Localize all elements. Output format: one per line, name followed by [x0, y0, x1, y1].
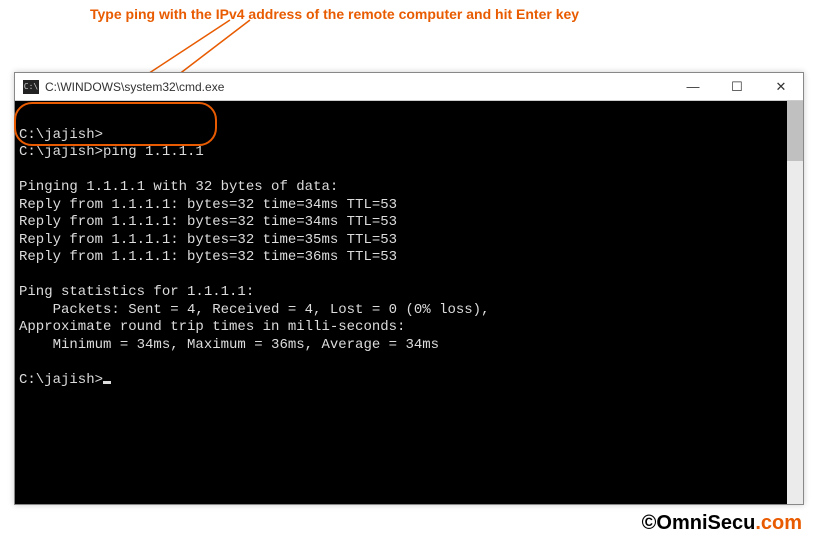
- minimize-button[interactable]: —: [671, 73, 715, 101]
- output-line: Ping statistics for 1.1.1.1:: [19, 284, 254, 300]
- prompt-line: C:\jajish>: [19, 127, 103, 143]
- prompt-line: C:\jajish>: [19, 372, 111, 388]
- output-line: Reply from 1.1.1.1: bytes=32 time=36ms T…: [19, 249, 397, 265]
- output-line: Reply from 1.1.1.1: bytes=32 time=34ms T…: [19, 214, 397, 230]
- cmd-window: C:\ C:\WINDOWS\system32\cmd.exe — ☐ ✕ C:…: [14, 72, 804, 505]
- terminal-output[interactable]: C:\jajish> C:\jajish>ping 1.1.1.1 Pingin…: [15, 101, 803, 504]
- scrollbar[interactable]: [787, 101, 803, 504]
- prompt-line: C:\jajish>ping 1.1.1.1: [19, 144, 204, 160]
- output-line: Reply from 1.1.1.1: bytes=32 time=35ms T…: [19, 232, 397, 248]
- output-line: Approximate round trip times in milli-se…: [19, 319, 405, 335]
- close-button[interactable]: ✕: [759, 73, 803, 101]
- output-line: Pinging 1.1.1.1 with 32 bytes of data:: [19, 179, 338, 195]
- output-line: Minimum = 34ms, Maximum = 36ms, Average …: [19, 337, 439, 353]
- window-title: C:\WINDOWS\system32\cmd.exe: [45, 80, 671, 94]
- cmd-icon: C:\: [23, 80, 39, 94]
- copyright: ©OmniSecu.com: [642, 512, 802, 535]
- output-line: Packets: Sent = 4, Received = 4, Lost = …: [19, 302, 489, 318]
- annotation-text: Type ping with the IPv4 address of the r…: [90, 6, 579, 22]
- cursor-icon: [103, 381, 111, 384]
- maximize-button[interactable]: ☐: [715, 73, 759, 101]
- titlebar[interactable]: C:\ C:\WINDOWS\system32\cmd.exe — ☐ ✕: [15, 73, 803, 101]
- scrollbar-thumb[interactable]: [787, 101, 803, 161]
- output-line: Reply from 1.1.1.1: bytes=32 time=34ms T…: [19, 197, 397, 213]
